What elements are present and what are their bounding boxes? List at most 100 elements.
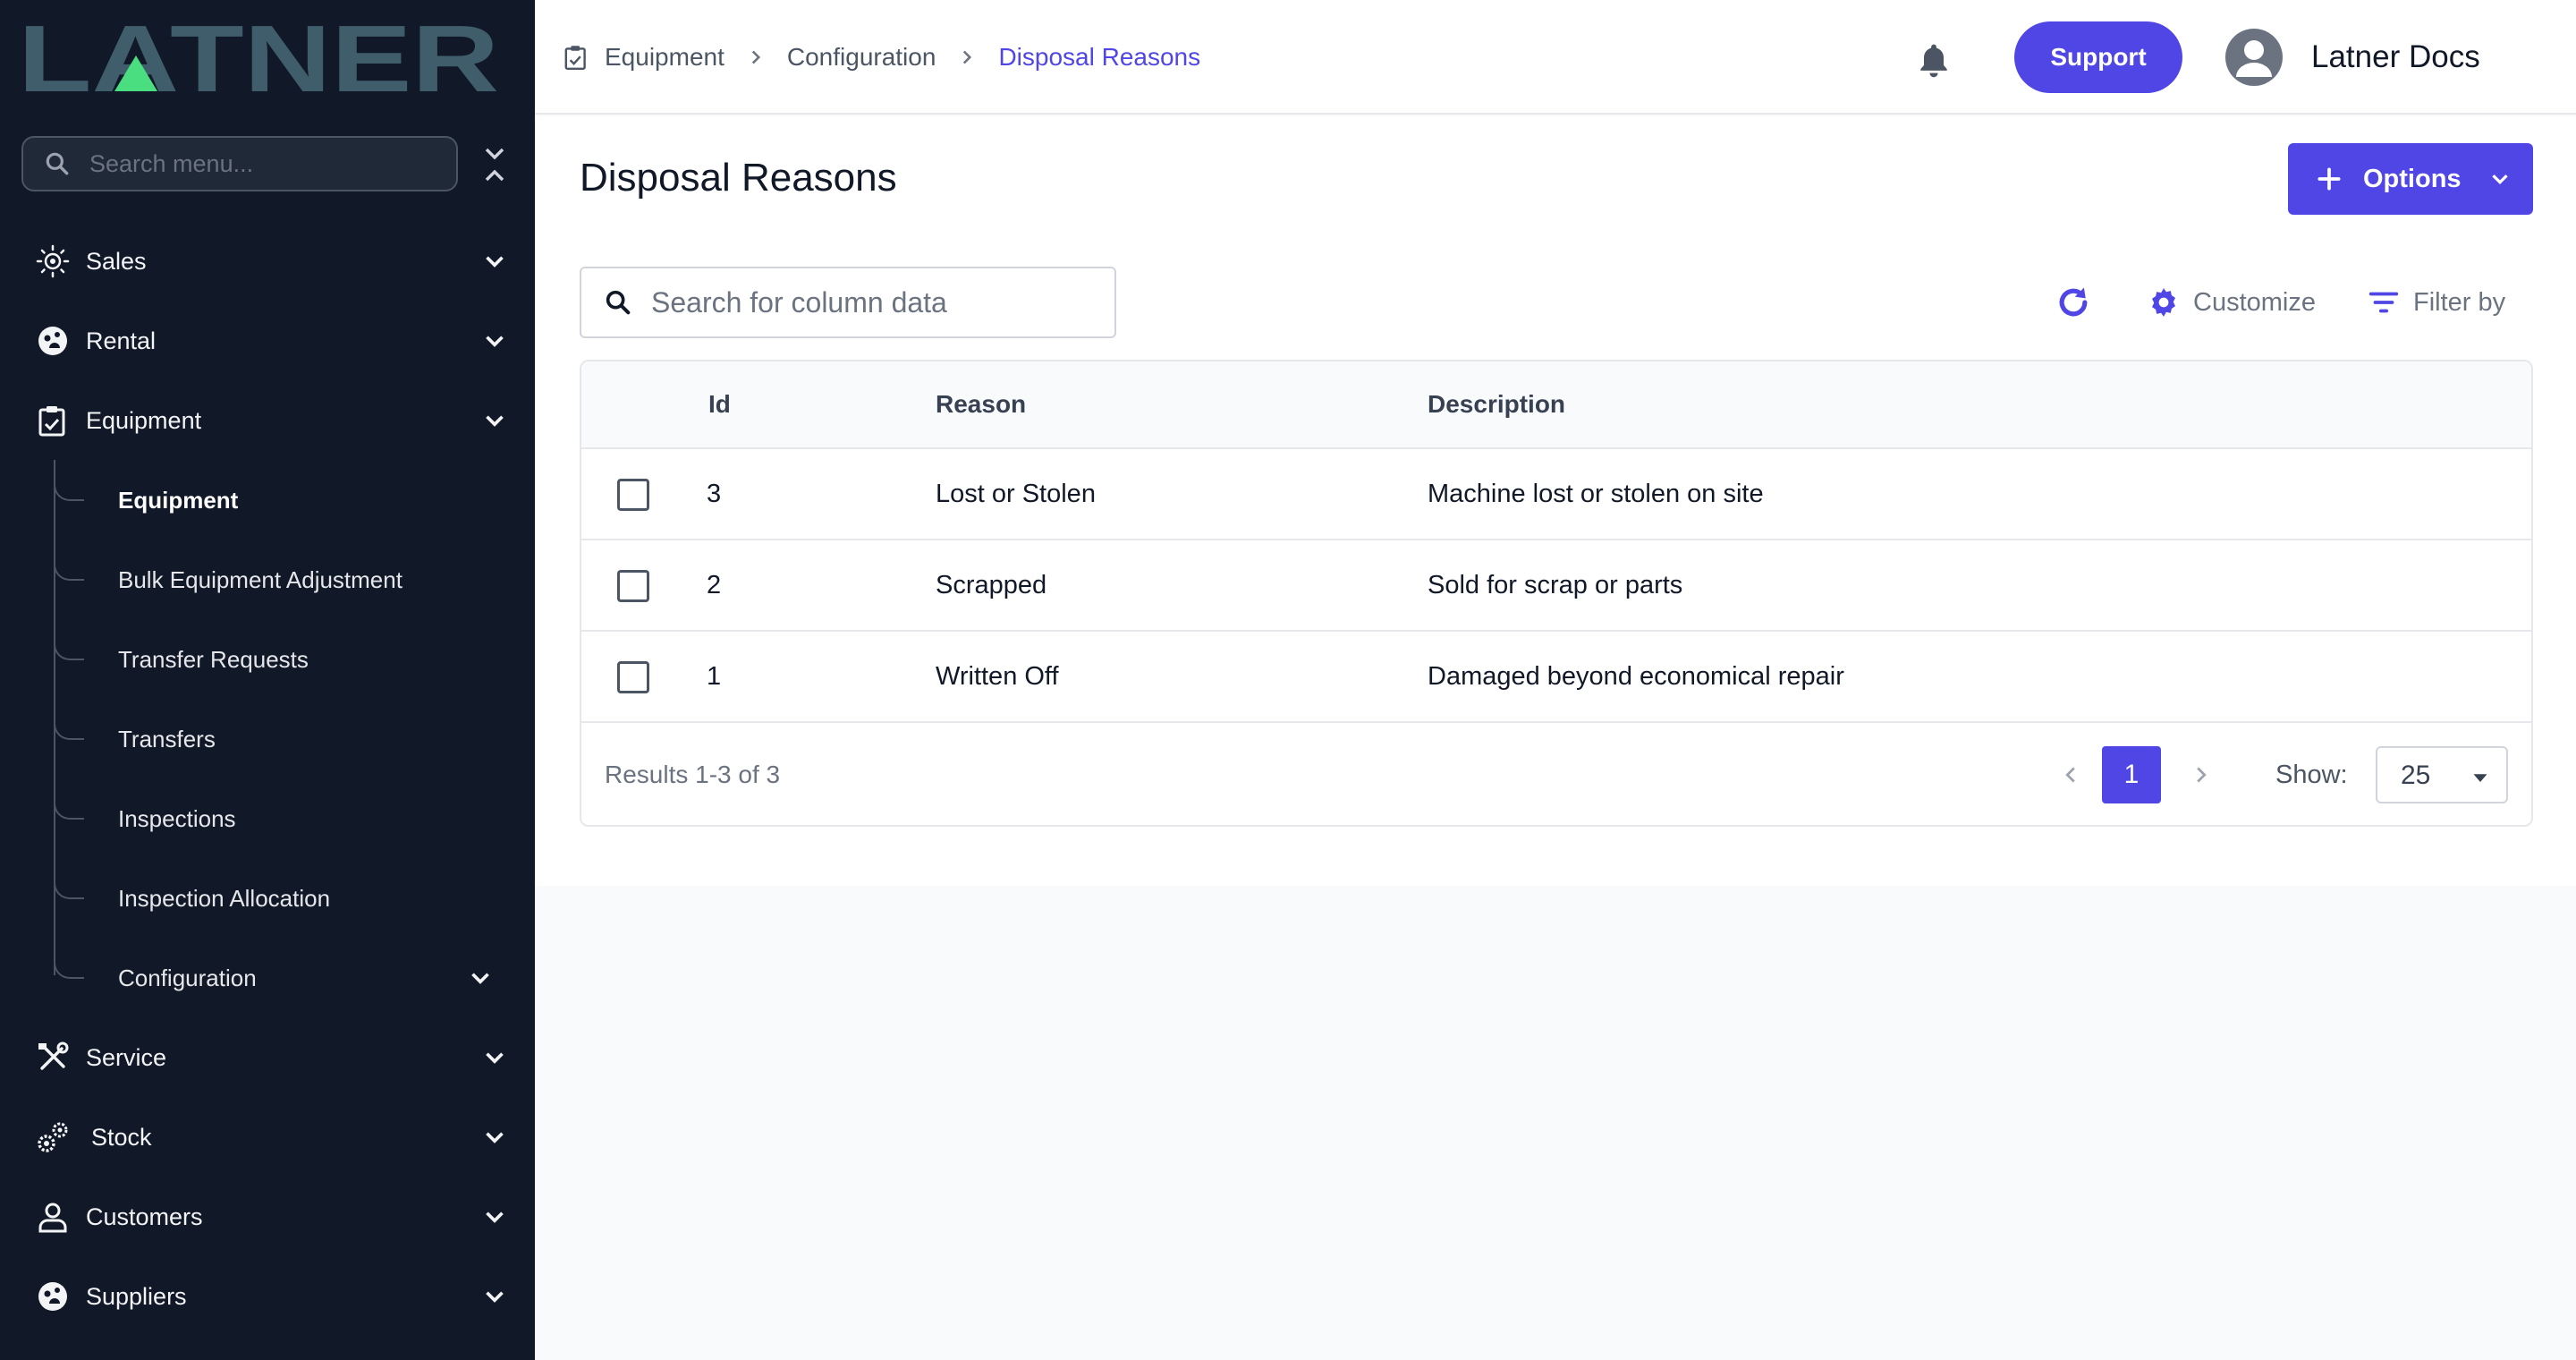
cell-description: Damaged beyond economical repair bbox=[1428, 662, 1844, 691]
clipboard-icon bbox=[34, 402, 72, 439]
sidebar-subitem-bulk-equipment-adjustment[interactable]: Bulk Equipment Adjustment bbox=[0, 548, 535, 612]
sidebar-subitem-label: Bulk Equipment Adjustment bbox=[118, 565, 402, 593]
chevron-left-icon[interactable] bbox=[2057, 759, 2084, 791]
refresh-icon[interactable] bbox=[2054, 283, 2093, 322]
caret-down-icon bbox=[2473, 774, 2487, 782]
table-footer: Results 1-3 of 3 1 Show: 25 bbox=[581, 725, 2531, 825]
page-size-select[interactable]: 25 bbox=[2376, 746, 2508, 803]
sidebar-subitem-label: Transfers bbox=[118, 725, 216, 752]
clipboard-icon bbox=[564, 46, 586, 70]
row-checkbox[interactable] bbox=[617, 570, 649, 602]
table-row[interactable]: 1 Written Off Damaged beyond economical … bbox=[581, 632, 2531, 723]
customize-button[interactable]: Customize bbox=[2147, 283, 2316, 322]
sidebar-subitem-label: Transfer Requests bbox=[118, 645, 309, 673]
chevron-down-icon bbox=[2492, 174, 2508, 185]
chevron-down-icon bbox=[486, 1291, 504, 1303]
row-checkbox[interactable] bbox=[617, 479, 649, 511]
sales-icon bbox=[34, 242, 72, 280]
sidebar-item-equipment[interactable]: Equipment bbox=[0, 388, 535, 453]
customize-label: Customize bbox=[2193, 287, 2316, 317]
breadcrumb-item[interactable]: Equipment bbox=[605, 43, 724, 72]
tools-icon bbox=[34, 1039, 72, 1076]
column-header-description[interactable]: Description bbox=[1428, 390, 1565, 419]
support-button[interactable]: Support bbox=[2014, 21, 2182, 93]
user-name[interactable]: Latner Docs bbox=[2311, 39, 2480, 75]
cell-id: 1 bbox=[707, 662, 722, 691]
sidebar-search-input[interactable] bbox=[89, 149, 438, 178]
plus-icon bbox=[2318, 167, 2341, 191]
sidebar-subitem-label: Equipment bbox=[118, 486, 239, 514]
page-number-current[interactable]: 1 bbox=[2102, 746, 2161, 803]
filter-by-button[interactable]: Filter by bbox=[2367, 283, 2505, 322]
cell-reason: Lost or Stolen bbox=[936, 480, 1096, 508]
options-button-label: Options bbox=[2363, 164, 2462, 193]
table-row[interactable]: 3 Lost or Stolen Machine lost or stolen … bbox=[581, 449, 2531, 540]
sidebar-item-label: Equipment bbox=[86, 406, 202, 434]
options-button[interactable]: Options bbox=[2288, 143, 2533, 215]
search-icon bbox=[606, 290, 631, 315]
sidebar-item-rental[interactable]: Rental bbox=[0, 309, 535, 373]
gears-icon bbox=[34, 1118, 72, 1156]
sidebar-item-label: Customers bbox=[86, 1203, 203, 1230]
top-bar: Equipment Configuration Disposal Reasons… bbox=[535, 0, 2576, 115]
sidebar-subitem-transfer-requests[interactable]: Transfer Requests bbox=[0, 627, 535, 692]
sidebar-item-sales[interactable]: Sales bbox=[0, 229, 535, 293]
column-header-reason[interactable]: Reason bbox=[936, 390, 1026, 419]
row-checkbox[interactable] bbox=[617, 661, 649, 693]
sidebar-item-stock[interactable]: Stock bbox=[0, 1105, 535, 1169]
table-search bbox=[580, 267, 1116, 338]
cell-description: Machine lost or stolen on site bbox=[1428, 480, 1764, 508]
data-table: Id Reason Description 3 Lost or Stolen M… bbox=[580, 360, 2533, 827]
page-size-label: Show: bbox=[2275, 761, 2348, 789]
cell-description: Sold for scrap or parts bbox=[1428, 571, 1683, 599]
chevron-right-icon[interactable] bbox=[2188, 759, 2215, 791]
sidebar-item-suppliers[interactable]: Suppliers bbox=[0, 1264, 535, 1329]
collapse-icon bbox=[485, 148, 504, 182]
sidebar-item-customers[interactable]: Customers bbox=[0, 1185, 535, 1249]
page-title: Disposal Reasons bbox=[580, 156, 897, 200]
sidebar-subitem-equipment[interactable]: Equipment bbox=[0, 468, 535, 532]
sidebar-item-label: Rental bbox=[86, 327, 157, 354]
cell-reason: Written Off bbox=[936, 662, 1059, 691]
sidebar-subitem-label: Inspection Allocation bbox=[118, 884, 331, 912]
svg-text:LATNER: LATNER bbox=[18, 20, 499, 97]
sidebar-item-label: Sales bbox=[86, 247, 147, 275]
chevron-down-icon bbox=[486, 1052, 504, 1064]
sidebar-subitem-configuration[interactable]: Configuration bbox=[0, 946, 535, 1010]
bell-icon[interactable] bbox=[1914, 39, 1953, 81]
breadcrumb: Equipment Configuration Disposal Reasons bbox=[562, 39, 1200, 75]
sidebar-subitem-inspection-allocation[interactable]: Inspection Allocation bbox=[0, 866, 535, 931]
cell-reason: Scrapped bbox=[936, 571, 1047, 599]
latner-logo[interactable]: LATNER bbox=[18, 20, 501, 97]
app: LATNER Sales Rental bbox=[0, 0, 2576, 1360]
chevron-right-icon bbox=[963, 50, 972, 64]
sidebar-subitem-transfers[interactable]: Transfers bbox=[0, 707, 535, 771]
column-header-id[interactable]: Id bbox=[708, 390, 731, 419]
main-content: Disposal Reasons Options Customize Filte… bbox=[535, 116, 2576, 886]
user-avatar-icon bbox=[2236, 40, 2272, 77]
chevron-down-icon bbox=[486, 415, 504, 427]
sidebar: LATNER Sales Rental bbox=[0, 0, 535, 1360]
sidebar-item-service[interactable]: Service bbox=[0, 1025, 535, 1090]
sidebar-subitem-label: Configuration bbox=[118, 964, 257, 991]
table-header: Id Reason Description bbox=[581, 361, 2531, 449]
breadcrumb-item[interactable]: Configuration bbox=[787, 43, 936, 72]
avatar[interactable] bbox=[2225, 29, 2283, 86]
breadcrumb-current: Disposal Reasons bbox=[998, 43, 1201, 71]
chevron-right-icon bbox=[751, 50, 760, 64]
sidebar-item-label: Service bbox=[86, 1043, 167, 1071]
search-icon bbox=[46, 152, 69, 175]
gear-icon bbox=[2152, 288, 2175, 317]
collapse-menu-button[interactable] bbox=[479, 143, 510, 186]
chevron-down-icon bbox=[471, 973, 489, 984]
sidebar-subitem-inspections[interactable]: Inspections bbox=[0, 786, 535, 851]
sidebar-item-label: Stock bbox=[91, 1123, 152, 1151]
filter-by-label: Filter by bbox=[2413, 287, 2506, 317]
results-count: Results 1-3 of 3 bbox=[605, 761, 781, 788]
chevron-down-icon bbox=[486, 336, 504, 347]
person-icon bbox=[34, 1198, 72, 1236]
table-search-input[interactable] bbox=[651, 285, 1114, 319]
sidebar-item-label: Suppliers bbox=[86, 1282, 187, 1310]
chevron-down-icon bbox=[486, 1211, 504, 1223]
table-row[interactable]: 2 Scrapped Sold for scrap or parts bbox=[581, 540, 2531, 632]
